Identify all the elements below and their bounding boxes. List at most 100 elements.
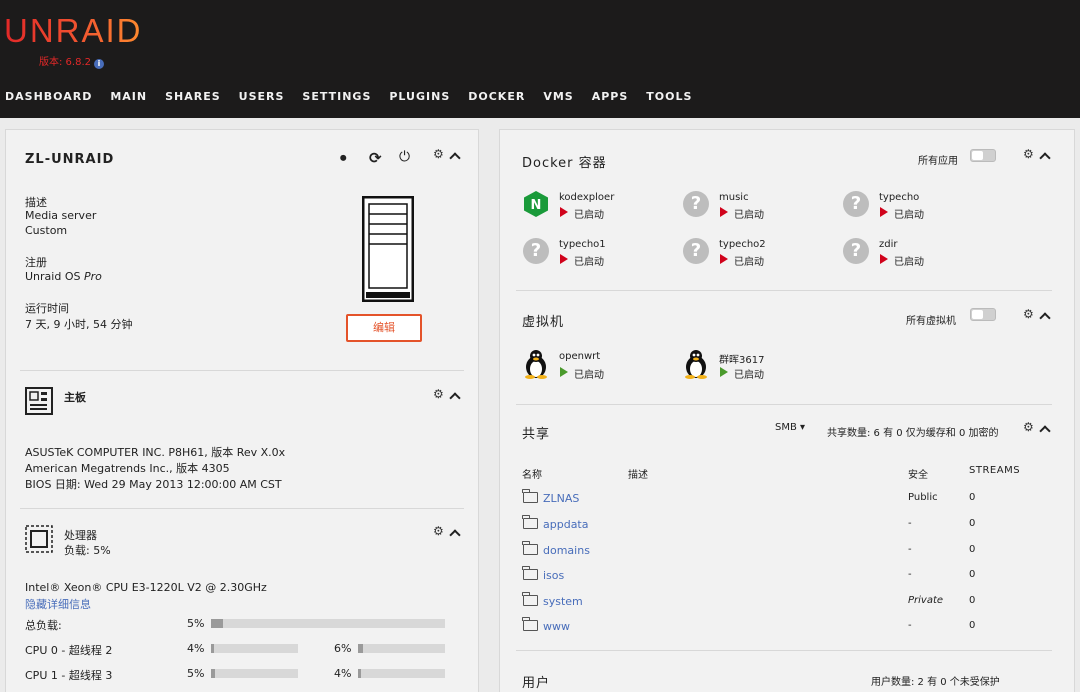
stop-icon[interactable]: ⏺ <box>340 151 347 166</box>
version-label: 版本: 6.8.2 i <box>39 53 104 69</box>
gear-icon[interactable]: ⚙ <box>433 387 444 401</box>
share-link[interactable]: system <box>543 595 583 608</box>
nav-docker[interactable]: DOCKER <box>468 90 525 103</box>
desc-line2: Custom <box>25 224 68 237</box>
container-status: 已启动 <box>734 257 764 268</box>
cpu1-a-value: 5% <box>187 667 205 680</box>
users-title: 用户 <box>522 676 551 691</box>
cpu1-a-bar <box>211 669 298 678</box>
server-name: ZL-UNRAID <box>25 152 115 167</box>
collapse-icon[interactable] <box>1039 152 1051 164</box>
share-streams: 0 <box>969 595 976 606</box>
share-streams: 0 <box>969 518 976 529</box>
container-status: 已启动 <box>894 257 924 268</box>
protocol-value: SMB <box>775 422 797 433</box>
nav-tools[interactable]: TOOLS <box>646 90 692 103</box>
all-vms-toggle[interactable] <box>970 308 996 321</box>
collapse-icon[interactable] <box>1039 312 1051 324</box>
vms-title: 虚拟机 <box>522 315 565 330</box>
vm-status: 已启动 <box>734 370 764 381</box>
vm-status: 已启动 <box>574 370 604 381</box>
share-security: - <box>908 518 912 529</box>
shares-title: 共享 <box>522 427 551 442</box>
share-streams: 0 <box>969 492 976 503</box>
svg-text:N: N <box>531 198 542 213</box>
nav-vms[interactable]: VMS <box>543 90 573 103</box>
share-security: - <box>908 620 912 631</box>
container-name: music <box>719 192 749 203</box>
hide-details-link[interactable]: 隐藏详细信息 <box>25 596 91 612</box>
nav-settings[interactable]: SETTINGS <box>302 90 371 103</box>
play-icon <box>560 207 568 217</box>
server-case-image <box>362 196 414 302</box>
nginx-icon: N <box>524 191 548 217</box>
tux-icon <box>525 350 547 379</box>
cpu0-b-bar <box>358 644 445 653</box>
nav-users[interactable]: USERS <box>239 90 285 103</box>
divider <box>516 650 1052 651</box>
services-panel: Docker 容器 所有应用 ⚙ N kodexploer 已启动 ? musi… <box>499 129 1075 692</box>
share-link[interactable]: appdata <box>543 518 588 531</box>
info-icon[interactable]: i <box>94 59 104 69</box>
container-name: typecho <box>879 192 920 203</box>
gear-icon[interactable]: ⚙ <box>433 147 444 161</box>
play-icon <box>560 254 568 264</box>
share-security: - <box>908 544 912 555</box>
cpu-load: 负载: 5% <box>64 544 111 557</box>
power-icon[interactable]: ⏻ <box>399 149 410 165</box>
nav-main[interactable]: MAIN <box>110 90 147 103</box>
desc-line1: Media server <box>25 209 97 222</box>
question-icon: ? <box>843 191 869 217</box>
share-link[interactable]: www <box>543 620 570 633</box>
share-link[interactable]: ZLNAS <box>543 492 579 505</box>
folder-icon <box>522 515 538 529</box>
play-icon <box>560 367 568 377</box>
gear-icon[interactable]: ⚙ <box>1023 307 1034 321</box>
cpu1-label: CPU 1 - 超线程 3 <box>25 669 113 682</box>
cpu0-a-value: 4% <box>187 642 205 655</box>
dropdown-arrow-icon: ▾ <box>800 422 806 433</box>
folder-icon <box>522 489 538 503</box>
vm-name: openwrt <box>559 351 601 362</box>
uptime-value: 7 天, 9 小时, 54 分钟 <box>25 318 133 331</box>
server-panel: ZL-UNRAID ⏺ ⟳ ⏻ ⚙ 描述 Media server Custom… <box>5 129 479 692</box>
nav-apps[interactable]: APPS <box>592 90 629 103</box>
col-security: 安全 <box>908 470 928 481</box>
folder-icon <box>522 541 538 555</box>
all-apps-toggle[interactable] <box>970 149 996 162</box>
gear-icon[interactable]: ⚙ <box>1023 420 1034 434</box>
container-name: zdir <box>879 239 898 250</box>
nav-plugins[interactable]: PLUGINS <box>389 90 450 103</box>
container-name: typecho1 <box>559 239 606 250</box>
all-vms-label: 所有虚拟机 <box>906 316 956 327</box>
restart-icon[interactable]: ⟳ <box>369 149 382 167</box>
question-icon: ? <box>683 191 709 217</box>
gear-icon[interactable]: ⚙ <box>433 524 444 538</box>
collapse-icon[interactable] <box>449 152 461 164</box>
total-load-label: 总负载: <box>25 619 62 632</box>
protocol-select[interactable]: SMB ▾ <box>775 422 805 433</box>
folder-icon <box>522 566 538 580</box>
share-link[interactable]: isos <box>543 569 564 582</box>
nav-dashboard[interactable]: DASHBOARD <box>5 90 92 103</box>
cpu0-a-bar <box>211 644 298 653</box>
edit-button[interactable]: 编辑 <box>346 314 422 342</box>
share-streams: 0 <box>969 569 976 580</box>
collapse-icon[interactable] <box>1039 425 1051 437</box>
play-icon <box>880 254 888 264</box>
collapse-icon[interactable] <box>449 529 461 541</box>
nav-shares[interactable]: SHARES <box>165 90 221 103</box>
divider <box>20 370 464 371</box>
total-load-fill <box>211 619 223 628</box>
divider <box>516 290 1052 291</box>
unraid-logo[interactable]: UNRAID <box>4 12 143 50</box>
play-icon <box>720 207 728 217</box>
col-name: 名称 <box>522 470 542 481</box>
reg-label: 注册 <box>25 256 47 269</box>
divider <box>20 508 464 509</box>
share-link[interactable]: domains <box>543 544 590 557</box>
vm-name: 群晖3617 <box>719 355 765 366</box>
collapse-icon[interactable] <box>449 392 461 404</box>
question-icon: ? <box>683 238 709 264</box>
gear-icon[interactable]: ⚙ <box>1023 147 1034 161</box>
